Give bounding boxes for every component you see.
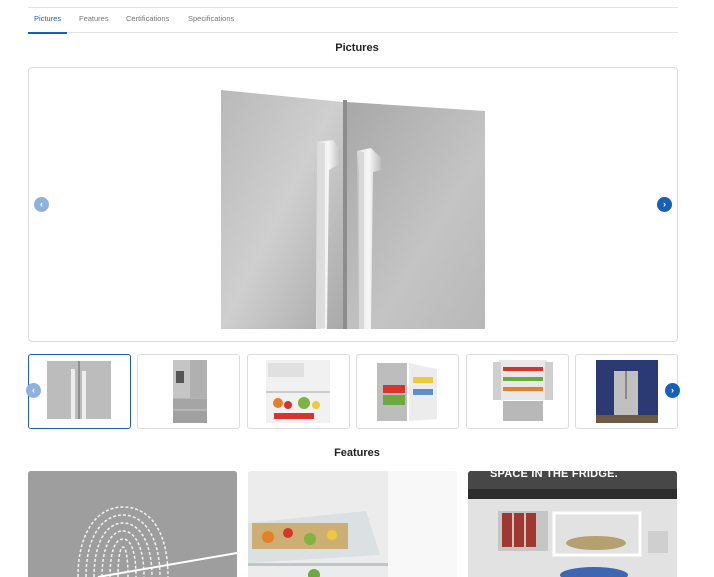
thumbnail-image bbox=[493, 360, 553, 421]
feature-caption: SPACE IN THE FRIDGE. bbox=[490, 471, 618, 480]
glass-shelf-image bbox=[248, 471, 457, 577]
product-tabs: Pictures Features Certifications Specifi… bbox=[28, 7, 678, 34]
thumbnail-6[interactable] bbox=[575, 354, 678, 429]
tab-certifications[interactable]: Certifications bbox=[126, 8, 169, 32]
tab-features[interactable]: Features bbox=[79, 8, 109, 32]
main-product-image bbox=[221, 90, 485, 329]
interior-space-image bbox=[468, 471, 677, 577]
thumbnail-4[interactable] bbox=[356, 354, 459, 429]
thumbnail-image bbox=[377, 363, 437, 421]
thumbnail-3[interactable] bbox=[247, 354, 350, 429]
feature-card-fingerprint[interactable] bbox=[28, 471, 237, 577]
main-next-button[interactable]: › bbox=[657, 197, 672, 212]
thumbnail-5[interactable] bbox=[466, 354, 569, 429]
main-image-viewer: ‹ › bbox=[28, 67, 678, 342]
thumbnails-next-button[interactable]: › bbox=[665, 383, 680, 398]
thumbnail-2[interactable] bbox=[137, 354, 240, 429]
thumbnail-image bbox=[266, 360, 330, 423]
thumbnails-prev-button[interactable]: ‹ bbox=[26, 383, 41, 398]
features-heading: Features bbox=[334, 447, 380, 459]
thumbnail-image bbox=[47, 361, 111, 419]
tab-specifications[interactable]: Specifications bbox=[188, 8, 234, 32]
thumbnail-1[interactable] bbox=[28, 354, 131, 429]
thumbnail-image bbox=[596, 360, 658, 423]
feature-card-space[interactable]: SPACE IN THE FRIDGE. bbox=[468, 471, 677, 577]
fingerprint-image bbox=[28, 471, 237, 577]
feature-card-glass-shelf[interactable] bbox=[248, 471, 457, 577]
pictures-heading: Pictures bbox=[335, 42, 379, 54]
main-prev-button[interactable]: ‹ bbox=[34, 197, 49, 212]
tab-pictures[interactable]: Pictures bbox=[28, 8, 68, 34]
thumbnail-image bbox=[173, 360, 207, 423]
